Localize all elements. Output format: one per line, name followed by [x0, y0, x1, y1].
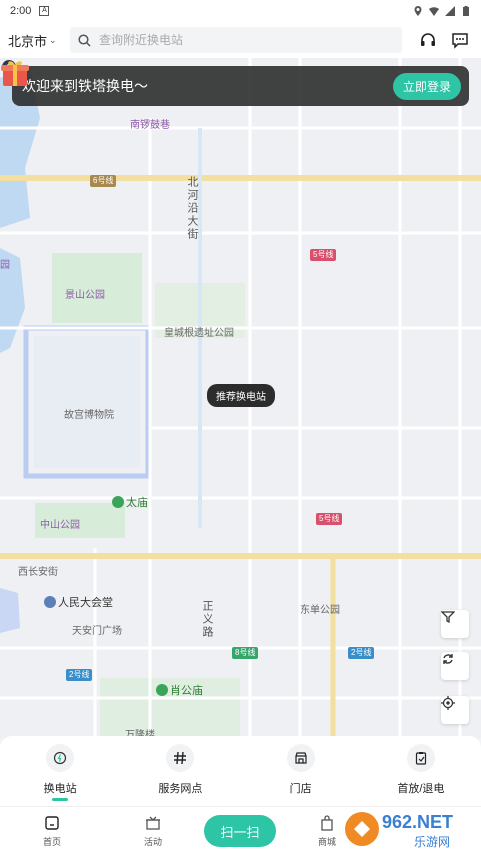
- login-button[interactable]: 立即登录: [392, 72, 461, 100]
- city-label: 北京市: [8, 33, 48, 49]
- category-stores[interactable]: 门店: [241, 736, 361, 806]
- battery-swap-icon: [46, 744, 75, 772]
- welcome-banner: 欢迎来到铁塔换电～ 立即登录: [12, 66, 469, 106]
- label-left-yuan: 园: [0, 260, 10, 271]
- battery-icon: [463, 6, 469, 16]
- clipboard-icon: [406, 744, 435, 772]
- poi-xiaogongmiao[interactable]: 肖公庙: [156, 682, 203, 698]
- chevron-down-icon: ⌄: [49, 34, 57, 45]
- headset-icon[interactable]: [419, 31, 437, 49]
- label-dongdan: 东单公园: [300, 605, 340, 616]
- poi-renmin-label: 人民大会堂: [58, 597, 113, 609]
- poi-taimiao-label: 太庙: [126, 497, 148, 509]
- label-beiheyan: 北河沿大街: [186, 176, 198, 241]
- search-box[interactable]: [70, 27, 402, 53]
- poi-taimiao[interactable]: 太庙: [112, 494, 148, 510]
- status-bar: 2:00 A: [0, 0, 481, 22]
- poi-xiaogongmiao-label: 肖公庙: [170, 685, 203, 697]
- status-icons: [413, 6, 471, 16]
- activity-icon: [146, 816, 160, 830]
- metro-line-2-west: 2号线: [66, 669, 93, 681]
- category-label: 首放/退电: [397, 783, 445, 795]
- locate-icon: [441, 696, 455, 710]
- watermark-sub: 乐游网: [414, 835, 450, 849]
- notification-icon: A: [39, 6, 50, 16]
- park-marker-icon: [156, 684, 168, 696]
- map-view[interactable]: 南锣鼓巷 北河沿大街 景山公园 皇城根遗址公园 故宫博物院 中山公园 西长安街 …: [0, 58, 481, 738]
- tab-activity-label: 活动: [143, 837, 162, 847]
- recommended-station-tooltip[interactable]: 推荐换电站: [207, 384, 275, 407]
- scan-button[interactable]: 扫一扫: [204, 815, 276, 847]
- welcome-text: 欢迎来到铁塔换电～: [22, 78, 148, 94]
- category-service-points[interactable]: 服务网点: [120, 736, 240, 806]
- top-actions: [419, 31, 473, 49]
- locate-button[interactable]: [441, 696, 469, 724]
- refresh-button[interactable]: [441, 652, 469, 680]
- poi-renmin[interactable]: 人民大会堂: [44, 594, 113, 610]
- active-indicator: [52, 798, 69, 801]
- category-label: 门店: [289, 783, 312, 795]
- search-icon: [78, 33, 91, 47]
- filter-button[interactable]: [441, 610, 469, 638]
- metro-line-6: 6号线: [90, 175, 117, 187]
- store-icon: [286, 744, 315, 772]
- message-icon[interactable]: [451, 31, 469, 49]
- label-jingshan: 景山公园: [65, 290, 105, 301]
- label-xichangan: 西长安街: [18, 567, 58, 578]
- metro-line-8: 8号线: [232, 647, 259, 659]
- home-icon: [45, 816, 59, 830]
- gift-icon[interactable]: [0, 58, 30, 88]
- hash-icon: [166, 744, 195, 772]
- watermark-logo: 962.NET 乐游网: [345, 812, 453, 849]
- category-label: 换电站: [43, 783, 77, 795]
- signal-icon: [445, 6, 455, 16]
- city-selector[interactable]: 北京市 ⌄: [8, 31, 70, 50]
- tab-home-label: 首页: [42, 837, 61, 847]
- tab-mall[interactable]: 商城: [307, 815, 347, 848]
- filter-icon: [441, 611, 455, 624]
- search-input[interactable]: [99, 33, 379, 47]
- landmark-marker-icon: [44, 596, 56, 608]
- metro-line-2-east: 2号线: [348, 647, 375, 659]
- tab-activity[interactable]: 活动: [133, 815, 173, 848]
- category-label: 服务网点: [158, 783, 203, 795]
- metro-line-5: 5号线: [310, 249, 337, 261]
- label-zhengyi: 正义路: [201, 600, 213, 639]
- label-gugong: 故宫博物院: [64, 410, 114, 421]
- label-huangcheng: 皇城根遗址公园: [164, 328, 234, 339]
- park-marker-icon: [112, 496, 124, 508]
- metro-line-5-south: 5号线: [316, 513, 343, 525]
- top-bar: 北京市 ⌄: [0, 22, 481, 58]
- tab-home[interactable]: 首页: [32, 815, 72, 848]
- category-first-return[interactable]: 首放/退电: [361, 736, 481, 806]
- tab-mall-label: 商城: [317, 837, 336, 847]
- status-time: 2:00: [10, 5, 32, 17]
- wifi-icon: [429, 7, 439, 16]
- refresh-icon: [443, 654, 453, 664]
- category-battery-swap[interactable]: 换电站: [0, 736, 120, 806]
- label-nanluoguxiang: 南锣鼓巷: [130, 120, 170, 131]
- shopping-bag-icon: [321, 815, 333, 831]
- label-tiananmen: 天安门广场: [72, 626, 122, 637]
- location-icon: [414, 6, 422, 16]
- category-panel: 换电站 服务网点 门店 首放/退电: [0, 736, 481, 806]
- label-zhongshan: 中山公园: [40, 520, 80, 531]
- watermark-brand: 962.NET: [382, 812, 453, 832]
